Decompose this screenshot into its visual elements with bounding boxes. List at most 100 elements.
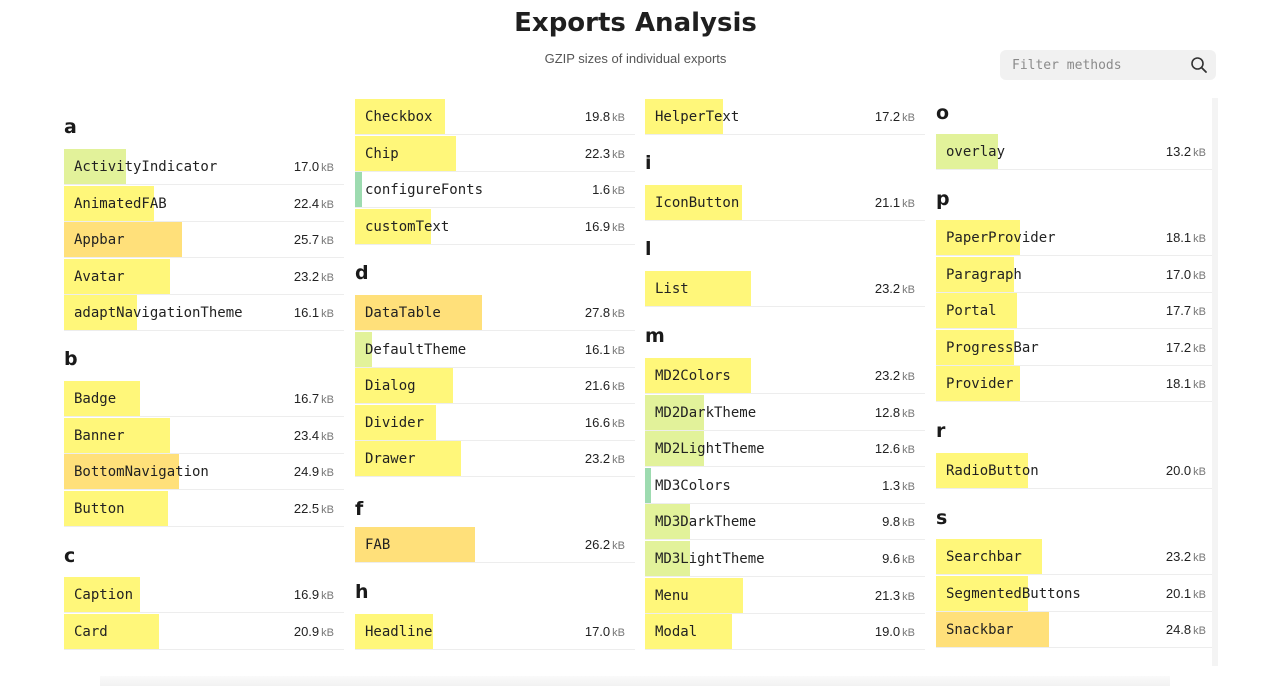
export-row[interactable]: List 23.2 kB xyxy=(645,271,925,307)
size-value: 23.2 xyxy=(874,281,901,296)
export-row[interactable]: MD2LightTheme 12.6 kB xyxy=(645,431,925,468)
size-unit: kB xyxy=(1193,306,1206,319)
export-size: 13.2 kB xyxy=(1166,144,1206,159)
export-row[interactable]: Dialog 21.6 kB xyxy=(355,368,635,405)
export-name: Chip xyxy=(365,145,399,162)
export-row[interactable]: Checkbox 19.8 kB xyxy=(355,99,635,135)
size-value: 20.9 xyxy=(293,623,320,639)
size-value: 9.6 xyxy=(882,551,901,566)
export-size: 22.3 kB xyxy=(585,146,625,161)
export-name: MD2Colors xyxy=(655,368,731,384)
group-letter-a: a xyxy=(64,116,77,138)
export-name: Divider xyxy=(365,414,425,431)
export-row[interactable]: adaptNavigationTheme 16.1 kB xyxy=(64,295,344,332)
size-value: 12.8 xyxy=(874,404,901,420)
export-name: Button xyxy=(74,500,125,517)
export-size: 21.3 kB xyxy=(875,588,915,603)
size-value: 23.2 xyxy=(874,368,901,383)
export-name: RadioButton xyxy=(946,463,1039,479)
export-row[interactable]: Badge 16.7 kB xyxy=(64,381,344,417)
scrollbar[interactable] xyxy=(1212,98,1218,666)
export-name: MD2LightTheme xyxy=(655,441,765,458)
export-row[interactable]: DefaultTheme 16.1 kB xyxy=(355,331,635,368)
export-name: AnimatedFAB xyxy=(74,195,167,212)
export-size: 17.0 kB xyxy=(294,159,334,174)
export-row[interactable]: IconButton 21.1 kB xyxy=(645,185,925,221)
export-row[interactable]: Headline 17.0 kB xyxy=(355,614,635,650)
size-value: 26.2 xyxy=(584,537,611,552)
export-size: 23.2 kB xyxy=(294,269,334,284)
size-unit: kB xyxy=(321,308,334,321)
size-unit: kB xyxy=(612,308,625,320)
size-unit: kB xyxy=(612,344,625,357)
export-row[interactable]: Divider 16.6 kB xyxy=(355,404,635,441)
export-row[interactable]: MD2Colors 23.2 kB xyxy=(645,358,925,394)
size-unit: kB xyxy=(612,454,625,467)
export-row[interactable]: Drawer 23.2 kB xyxy=(355,441,635,478)
size-unit: kB xyxy=(321,467,334,480)
export-name: MD2DarkTheme xyxy=(655,404,757,421)
export-row[interactable]: Avatar 23.2 kB xyxy=(64,258,344,295)
export-row[interactable]: PaperProvider 18.1 kB xyxy=(936,220,1216,256)
size-value: 17.0 xyxy=(293,159,320,174)
export-row[interactable]: ActivityIndicator 17.0 kB xyxy=(64,149,344,185)
size-unit: kB xyxy=(321,430,334,443)
export-size: 16.9 kB xyxy=(585,219,625,234)
export-name: SegmentedButtons xyxy=(946,585,1081,602)
export-row[interactable]: MD3DarkTheme 9.8 kB xyxy=(645,504,925,541)
export-row[interactable]: BottomNavigation 24.9 kB xyxy=(64,454,344,491)
size-unit: kB xyxy=(612,417,625,430)
export-row[interactable]: customText 16.9 kB xyxy=(355,208,635,245)
export-row[interactable]: Provider 18.1 kB xyxy=(936,366,1216,403)
export-row[interactable]: DataTable 27.8 kB xyxy=(355,295,635,331)
export-row[interactable]: Snackbar 24.8 kB xyxy=(936,612,1216,649)
export-row[interactable]: SegmentedButtons 20.1 kB xyxy=(936,575,1216,612)
export-size: 20.1 kB xyxy=(1166,586,1206,601)
export-row[interactable]: Modal 19.0 kB xyxy=(645,614,925,651)
export-size: 25.7 kB xyxy=(294,232,334,247)
export-name: overlay xyxy=(946,144,1006,160)
export-row[interactable]: Chip 22.3 kB xyxy=(355,135,635,172)
export-row[interactable]: FAB 26.2 kB xyxy=(355,527,635,563)
export-row[interactable]: HelperText 17.2 kB xyxy=(645,99,925,135)
export-size: 26.2 kB xyxy=(585,537,625,552)
export-row[interactable]: AnimatedFAB 22.4 kB xyxy=(64,185,344,222)
size-value: 24.8 xyxy=(1165,622,1192,638)
export-row[interactable]: Card 20.9 kB xyxy=(64,613,344,650)
size-value: 21.3 xyxy=(874,587,901,603)
size-value: 16.1 xyxy=(584,341,611,357)
export-row[interactable]: configureFonts 1.6 kB xyxy=(355,172,635,209)
export-name: MD3Colors xyxy=(655,477,731,494)
search-box[interactable] xyxy=(1000,50,1216,80)
export-name: Headline xyxy=(365,624,433,640)
export-row[interactable]: Searchbar 23.2 kB xyxy=(936,539,1216,575)
export-name: adaptNavigationTheme xyxy=(74,305,243,322)
size-value: 17.2 xyxy=(1165,339,1192,355)
export-row[interactable]: overlay 13.2 kB xyxy=(936,134,1216,170)
export-row[interactable]: Paragraph 17.0 kB xyxy=(936,256,1216,293)
size-unit: kB xyxy=(321,590,334,602)
export-row[interactable]: Menu 21.3 kB xyxy=(645,577,925,614)
export-name: Card xyxy=(74,623,108,640)
export-row[interactable]: Caption 16.9 kB xyxy=(64,577,344,613)
size-unit: kB xyxy=(321,394,334,406)
export-row[interactable]: MD3Colors 1.3 kB xyxy=(645,467,925,504)
export-row[interactable]: Banner 23.4 kB xyxy=(64,417,344,454)
filter-methods-input[interactable] xyxy=(1000,50,1180,80)
export-size: 16.9 kB xyxy=(294,587,334,602)
search-icon[interactable] xyxy=(1190,56,1208,74)
export-name: customText xyxy=(365,218,450,235)
export-name: FAB xyxy=(365,537,391,553)
size-unit: kB xyxy=(902,198,915,210)
export-row[interactable]: Button 22.5 kB xyxy=(64,490,344,527)
size-unit: kB xyxy=(321,626,334,639)
export-row[interactable]: ProgressBar 17.2 kB xyxy=(936,329,1216,366)
export-row[interactable]: MD3LightTheme 9.6 kB xyxy=(645,541,925,577)
size-value: 20.0 xyxy=(1165,463,1192,478)
size-unit: kB xyxy=(1193,552,1206,564)
export-row[interactable]: MD2DarkTheme 12.8 kB xyxy=(645,394,925,431)
group-letter-h: h xyxy=(355,581,369,603)
export-row[interactable]: Appbar 25.7 kB xyxy=(64,222,344,259)
export-row[interactable]: Portal 17.7 kB xyxy=(936,293,1216,330)
export-row[interactable]: RadioButton 20.0 kB xyxy=(936,453,1216,489)
